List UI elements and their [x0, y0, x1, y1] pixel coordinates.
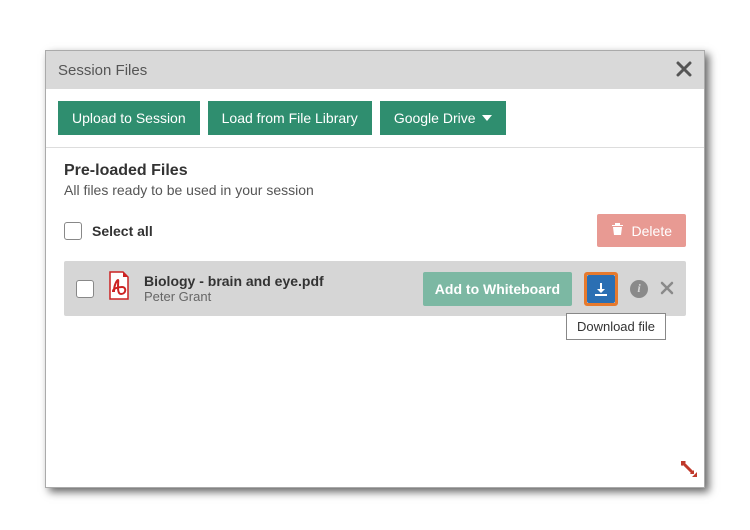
file-meta: Biology - brain and eye.pdf Peter Grant [144, 273, 411, 304]
delete-button[interactable]: Delete [597, 214, 686, 247]
chevron-down-icon [482, 115, 492, 121]
info-icon[interactable]: i [630, 280, 648, 298]
file-name: Biology - brain and eye.pdf [144, 273, 411, 289]
panel-body: Pre-loaded Files All files ready to be u… [46, 148, 704, 330]
load-from-library-button[interactable]: Load from File Library [208, 101, 372, 135]
download-button[interactable] [587, 275, 615, 303]
section-subtitle: All files ready to be used in your sessi… [64, 182, 686, 198]
select-all-checkbox[interactable] [64, 222, 82, 240]
toolbar: Upload to Session Load from File Library… [46, 89, 704, 148]
file-owner: Peter Grant [144, 289, 411, 304]
file-row: Biology - brain and eye.pdf Peter Grant … [64, 261, 686, 316]
delete-label: Delete [632, 223, 672, 239]
select-all-group: Select all [64, 222, 153, 240]
upload-to-session-button[interactable]: Upload to Session [58, 101, 200, 135]
download-tooltip: Download file [566, 313, 666, 340]
close-icon[interactable] [676, 59, 692, 81]
trash-icon [611, 222, 624, 239]
remove-file-icon[interactable] [660, 280, 674, 298]
session-files-panel: Session Files Upload to Session Load fro… [45, 50, 705, 488]
panel-header: Session Files [46, 51, 704, 89]
google-drive-button[interactable]: Google Drive [380, 101, 506, 135]
section-title: Pre-loaded Files [64, 162, 686, 180]
download-highlight [584, 272, 618, 306]
pdf-icon [106, 271, 132, 306]
panel-title: Session Files [58, 62, 147, 79]
selection-row: Select all Delete [64, 214, 686, 247]
resize-handle-icon[interactable] [680, 460, 698, 483]
google-drive-label: Google Drive [394, 110, 476, 126]
download-icon [593, 281, 609, 297]
add-to-whiteboard-button[interactable]: Add to Whiteboard [423, 272, 572, 306]
file-checkbox[interactable] [76, 280, 94, 298]
select-all-label: Select all [92, 223, 153, 239]
